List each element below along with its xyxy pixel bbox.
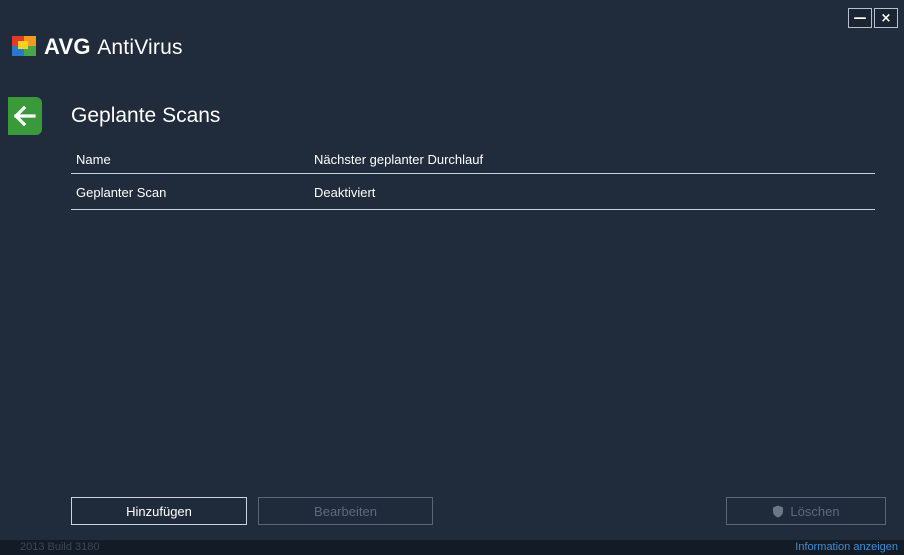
add-button[interactable]: Hinzufügen — [71, 497, 247, 525]
avg-logo-icon — [12, 36, 38, 58]
status-bar: 2013 Build 3180 Information anzeigen — [0, 540, 904, 555]
product-name: AntiVirus — [97, 36, 183, 59]
edit-button-label: Bearbeiten — [314, 503, 377, 519]
scan-next-run: Deaktiviert — [314, 185, 376, 200]
show-information-link[interactable]: Information anzeigen — [795, 541, 898, 553]
scan-name: Geplanter Scan — [76, 185, 167, 200]
build-info: 2013 Build 3180 — [20, 541, 100, 553]
edit-button[interactable]: Bearbeiten — [258, 497, 433, 525]
close-button[interactable]: × — [874, 8, 898, 28]
table-header: Name Nächster geplanter Durchlauf — [71, 145, 875, 174]
column-header-next-run[interactable]: Nächster geplanter Durchlauf — [314, 152, 483, 167]
app-window: AVG AntiVirus — × Geplante Scans Name Nä… — [0, 0, 904, 555]
arrow-left-icon — [14, 106, 36, 126]
scans-table: Name Nächster geplanter Durchlauf Geplan… — [71, 145, 875, 210]
brand-name: AVG — [44, 34, 91, 59]
column-header-name[interactable]: Name — [76, 152, 111, 167]
minimize-button[interactable]: — — [848, 8, 872, 28]
table-row[interactable]: Geplanter Scan Deaktiviert — [71, 174, 875, 210]
app-title: AVG AntiVirus — [44, 34, 183, 60]
delete-button[interactable]: Löschen — [726, 497, 886, 525]
back-button[interactable] — [8, 97, 42, 135]
close-icon: × — [880, 10, 892, 26]
add-button-label: Hinzufügen — [126, 503, 192, 519]
window-controls: — × — [848, 8, 898, 28]
page-title: Geplante Scans — [71, 104, 221, 127]
minimize-icon: — — [853, 10, 867, 26]
delete-button-label: Löschen — [790, 503, 840, 519]
shield-icon — [773, 505, 784, 517]
